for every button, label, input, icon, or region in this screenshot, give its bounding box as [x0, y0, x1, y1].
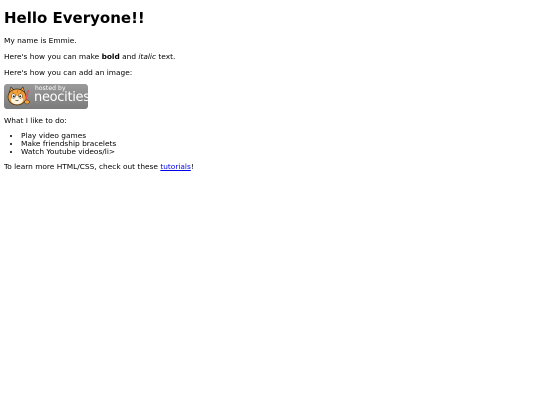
italic-text: italic: [138, 52, 157, 61]
format-text-paragraph: Here's how you can make bold and italic …: [4, 52, 536, 61]
neocities-badge: hosted by neocities: [4, 84, 88, 109]
image-intro-text: Here's how you can add an image:: [4, 68, 133, 77]
format-text-middle: and: [119, 52, 139, 61]
badge-brand-label: neocities: [34, 90, 88, 105]
likes-heading: What I like to do:: [4, 116, 67, 125]
format-text-after: text.: [156, 52, 176, 61]
intro-text: My name is Emmie.: [4, 36, 77, 45]
learn-more-paragraph: To learn more HTML/CSS, check out these …: [4, 162, 536, 171]
neocities-cat-icon: [7, 86, 30, 106]
format-text-before: Here's how you can make: [4, 52, 102, 61]
list-item: Watch Youtube videos/li>: [21, 148, 536, 156]
likes-list: Play video games Make friendship bracele…: [4, 132, 536, 156]
page-content: Hello Everyone!! My name is Emmie. Here'…: [0, 9, 540, 171]
learn-more-before: To learn more HTML/CSS, check out these: [4, 162, 161, 171]
page-title: Hello Everyone!!: [4, 9, 145, 27]
bold-text: bold: [101, 52, 120, 61]
learn-more-after: !: [190, 162, 194, 171]
tutorials-link[interactable]: tutorials: [160, 162, 191, 171]
